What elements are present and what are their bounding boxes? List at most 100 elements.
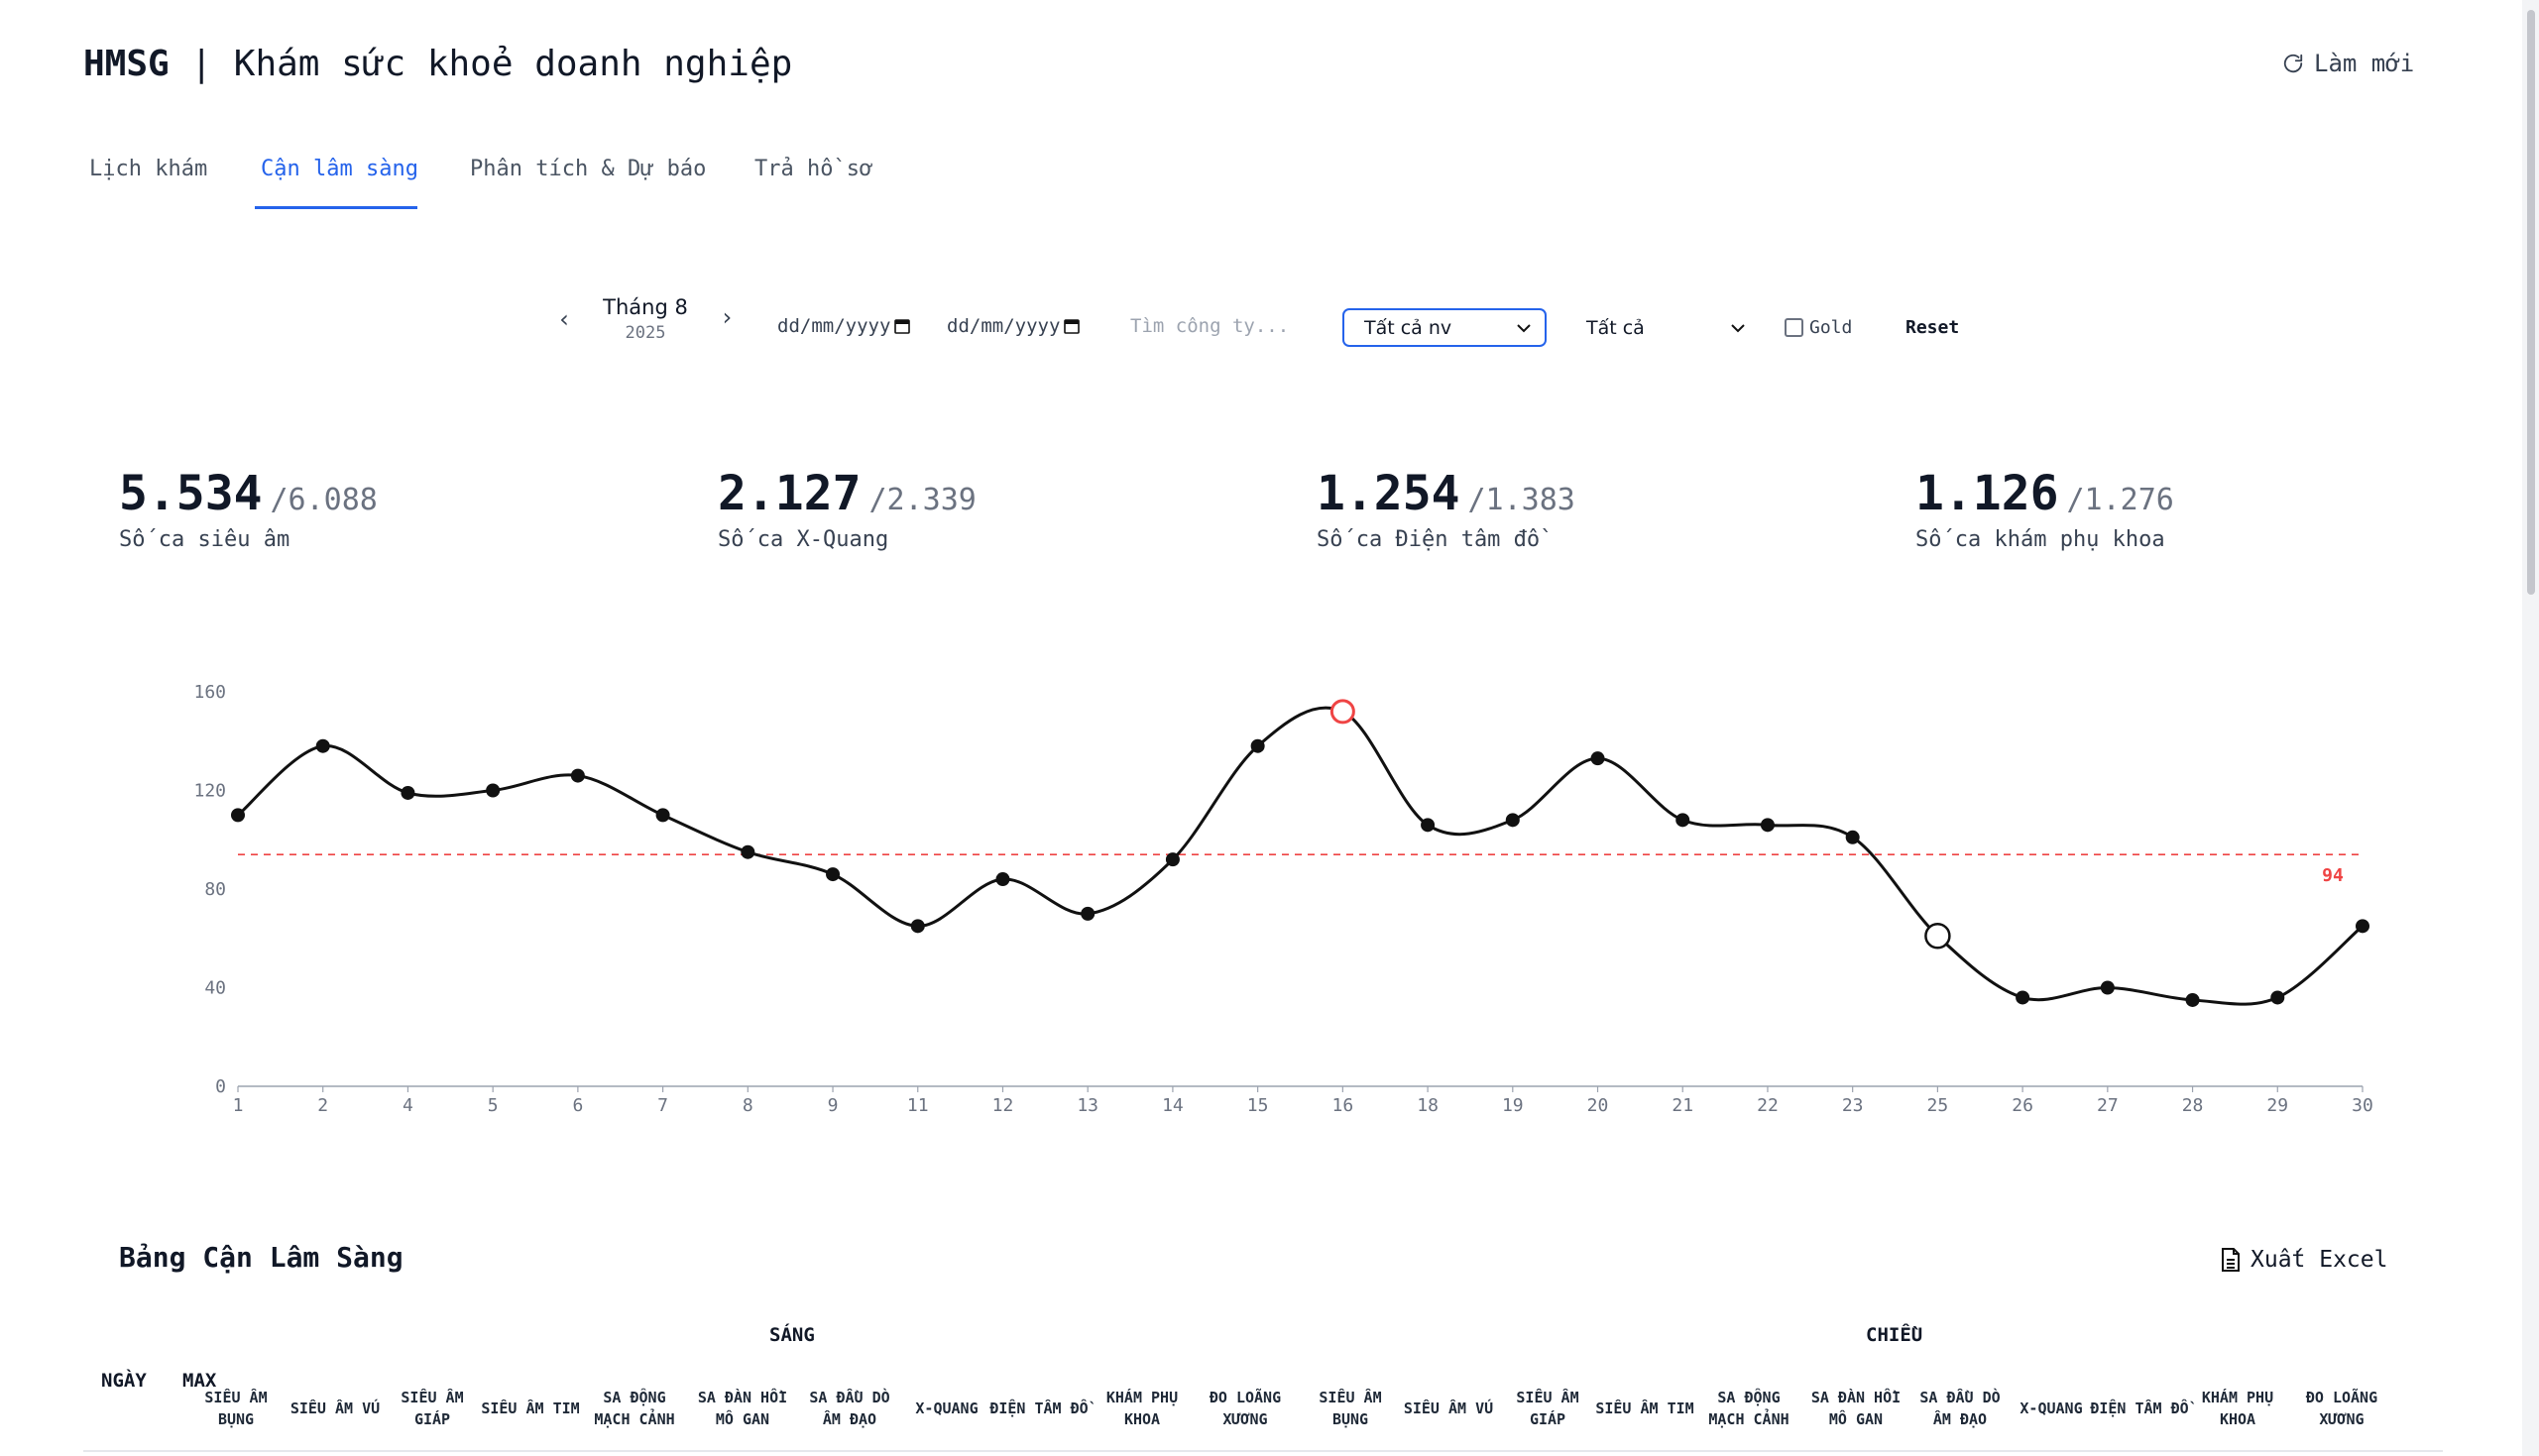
- tab-phan-tich-du-bao[interactable]: Phân tích & Dự báo: [470, 157, 706, 181]
- stat-label: Số ca X-Quang: [718, 527, 889, 552]
- x-tick-label: 5: [488, 1095, 499, 1116]
- column-header[interactable]: ĐIỆN TÂM ĐỒ: [989, 1374, 1089, 1443]
- x-tick-label: 6: [572, 1095, 583, 1116]
- x-tick-label: 22: [1757, 1095, 1779, 1116]
- data-point: [1845, 830, 1860, 844]
- calendar-icon: [894, 319, 911, 334]
- y-tick-label: 0: [215, 1076, 226, 1097]
- tab-tra-ho-so[interactable]: Trả hồ sơ: [754, 157, 872, 181]
- type-select[interactable]: Tất cả: [1586, 308, 1745, 347]
- x-tick-label: 12: [992, 1095, 1014, 1116]
- column-header[interactable]: SA ĐÀN HỒI MÔ GAN: [1806, 1374, 1905, 1443]
- data-point: [2185, 992, 2200, 1007]
- active-tab-indicator: [255, 206, 417, 209]
- column-header[interactable]: SA ĐẦU DÒ ÂM ĐẠO: [800, 1374, 899, 1443]
- company-search-input[interactable]: Tìm công ty...: [1130, 315, 1309, 337]
- column-header[interactable]: SIÊU ÂM VÚ: [286, 1374, 385, 1443]
- month-picker: Tháng 8 2025: [601, 295, 690, 343]
- column-header[interactable]: SIÊU ÂM TIM: [481, 1374, 580, 1443]
- x-tick-label: 14: [1162, 1095, 1184, 1116]
- chevron-left-icon: ‹: [557, 305, 572, 333]
- column-header[interactable]: SIÊU ÂM BỤNG: [1301, 1374, 1400, 1443]
- chevron-down-icon: [1517, 323, 1531, 332]
- column-header[interactable]: X-QUANG: [897, 1374, 996, 1443]
- x-tick-label: 7: [657, 1095, 668, 1116]
- reset-button[interactable]: Reset: [1905, 317, 1959, 338]
- tab-can-lam-sang[interactable]: Cận lâm sàng: [261, 157, 418, 181]
- column-header[interactable]: ĐIỆN TÂM ĐỒ: [2090, 1374, 2189, 1443]
- data-point: [315, 738, 330, 753]
- file-spreadsheet-icon: [2222, 1248, 2240, 1272]
- reference-line-label: 94: [2322, 865, 2344, 886]
- data-point: [401, 785, 415, 800]
- column-header[interactable]: SA ĐỘNG MẠCH CẢNH: [585, 1374, 684, 1443]
- chevron-down-icon: [1731, 323, 1745, 332]
- next-month-button[interactable]: ›: [720, 303, 734, 331]
- data-point: [486, 783, 501, 798]
- stat-total: /1.383: [1467, 483, 1575, 517]
- data-point: [995, 872, 1010, 887]
- column-header[interactable]: SIÊU ÂM VÚ: [1399, 1374, 1498, 1443]
- data-point-max: [1329, 699, 1355, 725]
- column-header[interactable]: SIÊU ÂM BỤNG: [186, 1374, 286, 1443]
- month-label: Tháng 8: [603, 295, 688, 319]
- refresh-label: Làm mới: [2314, 50, 2415, 77]
- column-header[interactable]: SIÊU ÂM GIÁP: [1498, 1374, 1597, 1443]
- data-point: [2270, 990, 2285, 1005]
- year-label: 2025: [625, 323, 666, 343]
- stat-value: 2.127: [718, 466, 862, 521]
- column-header[interactable]: SA ĐẦU DÒ ÂM ĐẠO: [1910, 1374, 2010, 1443]
- data-point: [2356, 919, 2369, 934]
- column-header[interactable]: SA ĐÀN HỒI MÔ GAN: [693, 1374, 792, 1443]
- date-to-input[interactable]: dd/mm/yyyy: [947, 315, 1081, 337]
- data-point: [826, 867, 841, 882]
- series-line: [237, 706, 2364, 1006]
- date-from-placeholder: dd/mm/yyyy: [777, 315, 891, 337]
- gold-checkbox[interactable]: Gold: [1785, 317, 1852, 338]
- title-separator: |: [190, 44, 213, 84]
- x-tick-label: 13: [1077, 1095, 1098, 1116]
- tab-lich-kham[interactable]: Lịch khám: [89, 157, 207, 181]
- refresh-button[interactable]: Làm mới: [2282, 50, 2414, 77]
- page-title: Khám sức khoẻ doanh nghiệp: [233, 44, 793, 84]
- data-point: [1760, 818, 1775, 833]
- date-from-input[interactable]: dd/mm/yyyy: [777, 315, 911, 337]
- staff-select[interactable]: Tất cả nv: [1342, 308, 1547, 347]
- export-excel-button[interactable]: Xuất Excel: [2221, 1247, 2387, 1273]
- y-tick-label: 40: [204, 978, 226, 999]
- stat-kham-phu-khoa: 1.126/1.276 Số ca khám phụ khoa: [1915, 466, 2174, 552]
- table-divider: [83, 1450, 2443, 1452]
- calendar-icon: [1064, 319, 1081, 334]
- column-header[interactable]: ĐO LOÃNG XƯƠNG: [2292, 1374, 2391, 1443]
- stat-total: /2.339: [868, 483, 977, 517]
- x-tick-label: 9: [828, 1095, 839, 1116]
- stat-label: Số ca siêu âm: [119, 527, 290, 552]
- column-header[interactable]: SA ĐỘNG MẠCH CẢNH: [1699, 1374, 1798, 1443]
- x-tick-label: 20: [1587, 1095, 1609, 1116]
- column-header[interactable]: SIÊU ÂM GIÁP: [383, 1374, 482, 1443]
- stat-value: 5.534: [119, 466, 263, 521]
- refresh-icon: [2283, 54, 2303, 73]
- column-header[interactable]: KHÁM PHỤ KHOA: [1093, 1374, 1192, 1443]
- scrollbar-thumb[interactable]: [2527, 10, 2535, 595]
- x-tick-label: 23: [1842, 1095, 1864, 1116]
- column-header[interactable]: KHÁM PHỤ KHOA: [2188, 1374, 2287, 1443]
- data-point: [570, 768, 585, 783]
- stat-dien-tam-do: 1.254/1.383 Số ca Điện tâm đồ: [1317, 466, 1575, 552]
- stat-total: /1.276: [2066, 483, 2174, 517]
- x-tick-label: 28: [2182, 1095, 2204, 1116]
- x-tick-label: 18: [1417, 1095, 1439, 1116]
- prev-month-button[interactable]: ‹: [557, 305, 571, 333]
- date-to-placeholder: dd/mm/yyyy: [947, 315, 1061, 337]
- y-tick-label: 80: [204, 879, 226, 900]
- column-header[interactable]: SIÊU ÂM TIM: [1595, 1374, 1694, 1443]
- column-header[interactable]: X-QUANG: [2002, 1374, 2101, 1443]
- data-point: [231, 808, 245, 823]
- data-point: [2100, 980, 2115, 995]
- x-tick-label: 30: [2352, 1095, 2373, 1116]
- chevron-right-icon: ›: [720, 303, 735, 331]
- data-point: [1081, 906, 1096, 921]
- column-header[interactable]: ĐO LOÃNG XƯƠNG: [1196, 1374, 1295, 1443]
- data-point: [1675, 813, 1690, 828]
- data-point-highlight: [1924, 923, 1951, 950]
